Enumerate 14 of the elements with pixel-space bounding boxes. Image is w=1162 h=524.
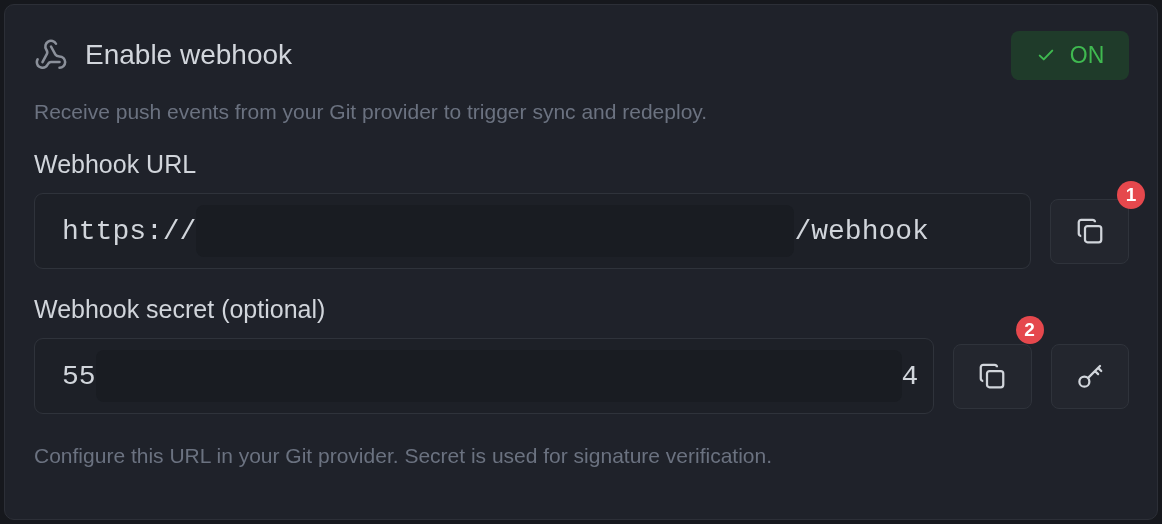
copy-button[interactable] — [952, 343, 1032, 409]
step-badge: 1 — [1117, 180, 1145, 209]
webhook-icon — [34, 38, 68, 72]
field-label: Webhook URL — [34, 150, 198, 179]
url-field[interactable]: https:// /webhook — [34, 193, 1031, 269]
section-title: Enable webhook — [85, 39, 293, 71]
secret-field[interactable]: 55 4 — [34, 338, 934, 414]
toggle-button[interactable]: ON — [1011, 30, 1129, 80]
copy-button[interactable] — [1050, 198, 1129, 264]
step-badge: 2 — [1015, 315, 1044, 344]
help-text: Configure this URL in your Git provider. Secret is used for signature verification. — [34, 444, 774, 468]
field-label: Webhook secret (optional) — [34, 295, 327, 324]
description-text: Receive push events from your Git provider to trigger sync and redeploy. — [34, 100, 709, 124]
generate-key-button[interactable] — [1050, 343, 1129, 409]
